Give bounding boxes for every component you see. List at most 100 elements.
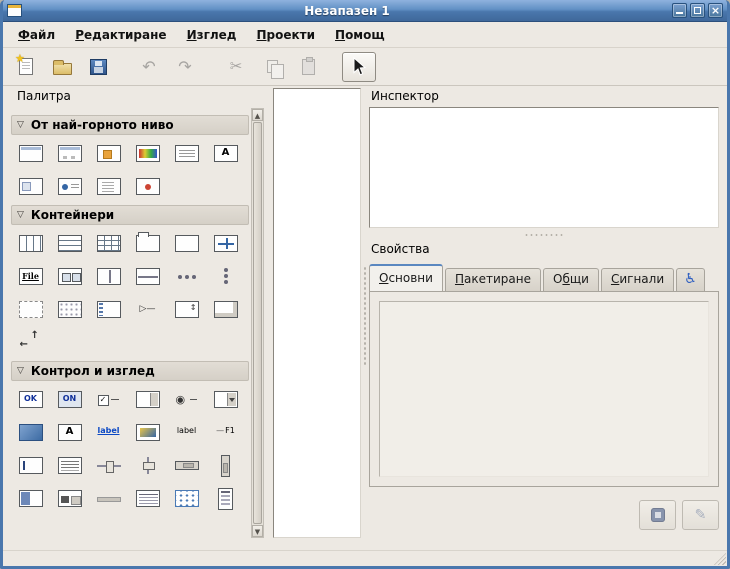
palette-item-hseparator[interactable]	[89, 482, 128, 515]
palette-item-hpaned[interactable]	[89, 260, 128, 293]
palette-section-controls[interactable]: ▽ Контрол и изглед	[11, 361, 249, 381]
open-button[interactable]	[45, 52, 79, 82]
palette-item-layout[interactable]	[50, 293, 89, 326]
palette-item-font-selection-dialog[interactable]: A	[206, 137, 245, 170]
close-button[interactable]: ×	[708, 3, 723, 18]
palette-item-input-dialog[interactable]	[11, 170, 50, 203]
titlebar[interactable]: Незапазен 1 ×	[3, 0, 727, 22]
cut-button[interactable]	[219, 52, 253, 82]
redo-button[interactable]	[168, 52, 202, 82]
palette-item-link-button[interactable]: label	[89, 416, 128, 449]
tab-signals[interactable]: Сигнали	[601, 268, 674, 291]
palette-item-text-view[interactable]	[50, 449, 89, 482]
palette-item-handle-box[interactable]	[89, 293, 128, 326]
minimize-button[interactable]	[672, 3, 687, 18]
copy-button[interactable]	[255, 52, 289, 82]
palette-item-combo-box[interactable]	[206, 383, 245, 416]
palette-item-image[interactable]	[11, 416, 50, 449]
palette-item-file-chooser-dialog[interactable]	[167, 137, 206, 170]
palette-item-vbutton-box[interactable]	[206, 260, 245, 293]
palette-item-toolbar[interactable]	[50, 260, 89, 293]
palette-item-fixed[interactable]	[206, 227, 245, 260]
edit-button[interactable]: ✎	[682, 500, 719, 530]
menu-file[interactable]: Файл	[9, 25, 64, 45]
design-canvas[interactable]	[273, 88, 361, 538]
palette-item-color-selection-dialog[interactable]	[128, 137, 167, 170]
palette-item-hscale[interactable]	[89, 449, 128, 482]
palette-item-viewport[interactable]	[167, 293, 206, 326]
paned-handle-horizontal[interactable]	[369, 230, 719, 239]
tab-general[interactable]: Основни	[369, 264, 443, 291]
palette-item-expander[interactable]	[11, 326, 50, 359]
palette-section-containers[interactable]: ▽ Контейнери	[11, 205, 249, 225]
palette-item-frame[interactable]	[167, 227, 206, 260]
palette-item-hbox[interactable]	[11, 227, 50, 260]
palette-item-assistant[interactable]	[128, 170, 167, 203]
new-button[interactable]	[9, 52, 43, 82]
palette-item-toggle-button[interactable]: ON	[50, 383, 89, 416]
tab-common[interactable]: Общи	[543, 268, 599, 291]
palette-item-button[interactable]: OK	[11, 383, 50, 416]
wheelchair-icon: ♿	[684, 271, 697, 287]
palette-item-recent-chooser-dialog[interactable]	[89, 170, 128, 203]
palette-item-entry[interactable]	[11, 449, 50, 482]
maximize-button[interactable]	[690, 3, 705, 18]
icon-view-icon	[175, 490, 199, 507]
palette-item-table[interactable]	[89, 227, 128, 260]
statusbar-icon	[58, 490, 82, 507]
palette-item-check-button[interactable]	[89, 383, 128, 416]
palette-item-message-dialog[interactable]	[50, 170, 89, 203]
paste-button[interactable]	[291, 52, 325, 82]
palette-item-arrow[interactable]	[128, 293, 167, 326]
paned-handle-vertical[interactable]	[363, 266, 367, 366]
table-icon	[97, 235, 121, 252]
palette-item-radio-button[interactable]	[167, 383, 206, 416]
open-icon	[53, 63, 72, 75]
menu-help[interactable]: Помощ	[326, 25, 394, 45]
menu-view[interactable]: Изглед	[178, 25, 246, 45]
palette-item-menubar[interactable]: File	[11, 260, 50, 293]
palette-item-hscrollbar[interactable]	[167, 449, 206, 482]
palette-item-color-button[interactable]	[128, 416, 167, 449]
palette-item-list[interactable]	[128, 482, 167, 515]
palette-item-progress-bar[interactable]	[11, 482, 50, 515]
palette-item-dialog[interactable]	[50, 137, 89, 170]
tab-packing[interactable]: Пакетиране	[445, 268, 541, 291]
palette-scrollbar[interactable]: ▲ ▼	[251, 108, 264, 538]
palette-item-statusbar[interactable]	[50, 482, 89, 515]
tab-accessibility[interactable]: ♿	[676, 268, 705, 291]
palette-item-label[interactable]: label	[167, 416, 206, 449]
scroll-down-icon[interactable]: ▼	[252, 525, 263, 537]
palette-item-scrolled-window[interactable]	[206, 293, 245, 326]
save-button[interactable]	[81, 52, 115, 82]
info-button[interactable]	[639, 500, 676, 530]
palette-item-vbox[interactable]	[50, 227, 89, 260]
scroll-up-icon[interactable]: ▲	[252, 109, 263, 121]
palette-item-vscrollbar[interactable]	[206, 449, 245, 482]
menu-projects[interactable]: Проекти	[247, 25, 324, 45]
scrollbar-thumb[interactable]	[253, 122, 262, 524]
palette-item-vpaned[interactable]	[128, 260, 167, 293]
palette-item-alignment[interactable]	[11, 293, 50, 326]
palette-item-icon-view[interactable]	[167, 482, 206, 515]
inspector-tree[interactable]	[369, 107, 719, 228]
layout-icon	[58, 301, 82, 318]
palette-item-vscale[interactable]	[128, 449, 167, 482]
palette-item-tree-view[interactable]	[206, 482, 245, 515]
properties-pane	[369, 291, 719, 487]
palette-item-hbutton-box[interactable]	[167, 260, 206, 293]
selector-button[interactable]	[342, 52, 376, 82]
progress-bar-icon	[19, 490, 43, 507]
alignment-icon	[19, 301, 43, 318]
resize-grip[interactable]	[714, 553, 726, 565]
menu-edit[interactable]: Редактиране	[66, 25, 175, 45]
toolbar	[3, 48, 727, 86]
undo-button[interactable]	[132, 52, 166, 82]
palette-item-spin-button[interactable]	[128, 383, 167, 416]
palette-item-font-button[interactable]: A	[50, 416, 89, 449]
palette-section-toplevel[interactable]: ▽ От най-горното ниво	[11, 115, 249, 135]
palette-item-notebook[interactable]	[128, 227, 167, 260]
palette-item-accel-label[interactable]: F1	[206, 416, 245, 449]
palette-item-window[interactable]	[11, 137, 50, 170]
palette-item-about-dialog[interactable]	[89, 137, 128, 170]
